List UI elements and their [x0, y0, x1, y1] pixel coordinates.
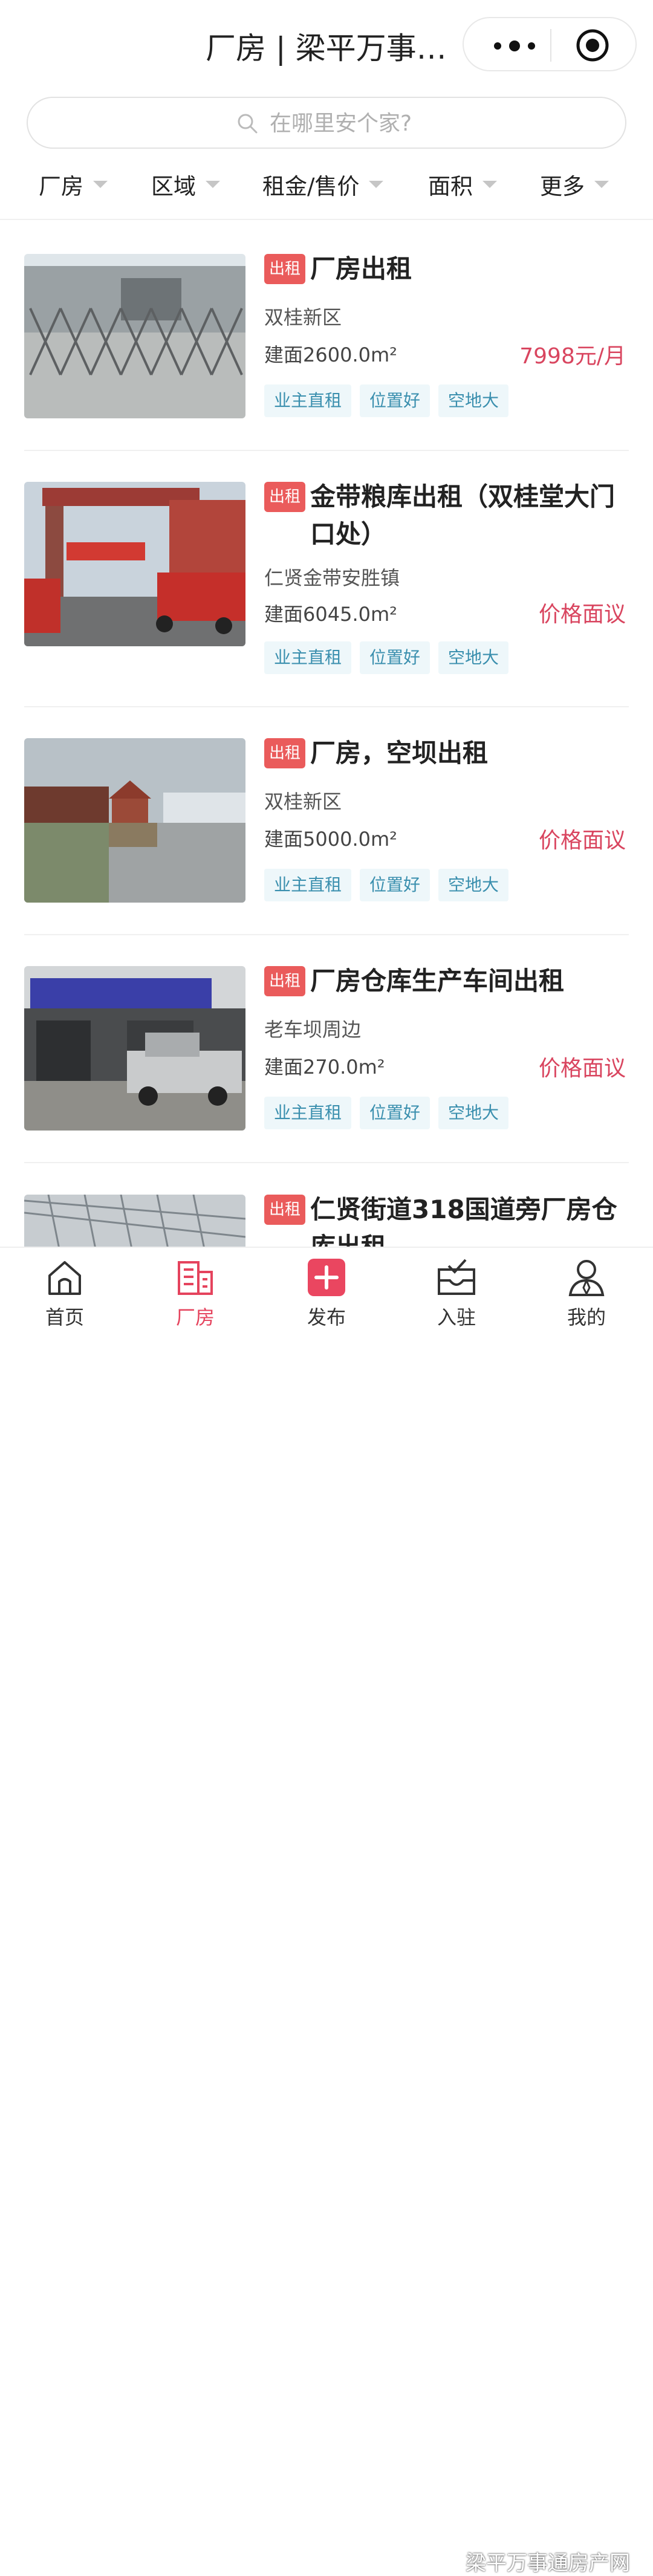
caret-down-icon [369, 181, 384, 188]
tag-list: 业主直租 位置好 空地大 [264, 869, 509, 901]
listing-photo [24, 1195, 245, 1247]
divider [24, 450, 629, 451]
tab-publish[interactable]: 发布 [275, 1248, 378, 1341]
listing-title: 厂房仓库生产车间出租 [310, 966, 565, 996]
filter-more[interactable]: 更多 [540, 163, 609, 206]
tag: 业主直租 [264, 869, 352, 901]
listing-location: 仁贤金带安胜镇 [264, 566, 400, 589]
tab-label: 首页 [45, 1306, 84, 1329]
user-icon [568, 1260, 605, 1296]
listing-card[interactable]: 出租 仁贤街道318国道旁厂房仓库出租 [0, 1195, 653, 1247]
mini-program-capsule [463, 17, 637, 71]
rent-badge: 出租 [264, 254, 305, 284]
filter-region[interactable]: 区域 [151, 163, 220, 206]
tab-join[interactable]: 入驻 [405, 1248, 508, 1341]
listing-location: 双桂新区 [264, 306, 342, 329]
watermark-text: 梁平万事通房产网 [466, 2551, 630, 2575]
filter-label: 区域 [151, 174, 196, 200]
building-icon [178, 1261, 213, 1295]
listing-title: 仁贤街道318国道旁厂房仓库出租 [310, 1195, 617, 1247]
tag: 业主直租 [264, 641, 352, 674]
listing-area: 建面5000.0m² [264, 828, 397, 851]
caret-down-icon [482, 181, 497, 188]
search-bar[interactable] [27, 97, 626, 149]
bottom-tab-bar: 首页 厂房 发布 入驻 我的 梁平万事通房产网 [0, 1247, 653, 2575]
home-icon [48, 1261, 81, 1295]
page-title: 厂房 | 梁平万事… [206, 31, 447, 66]
tag: 业主直租 [264, 384, 352, 417]
filter-price[interactable]: 租金/售价 [262, 163, 384, 206]
tab-label: 入驻 [437, 1306, 476, 1329]
plus-icon [308, 1259, 345, 1296]
tab-factory[interactable]: 厂房 [144, 1248, 247, 1341]
rent-badge: 出租 [264, 738, 305, 768]
listing-title: 厂房，空坝出租 [310, 738, 489, 768]
listing-area: 建面6045.0m² [264, 603, 397, 626]
listing-title: 厂房出租 [310, 254, 412, 284]
search-icon [238, 114, 258, 134]
filter-label: 租金/售价 [262, 174, 360, 200]
close-miniprogram-icon[interactable] [576, 28, 609, 62]
caret-down-icon [206, 181, 220, 188]
filter-label: 厂房 [39, 174, 83, 200]
caret-down-icon [594, 181, 609, 188]
filter-label: 面积 [428, 174, 473, 200]
tab-home[interactable]: 首页 [13, 1248, 116, 1341]
tag: 空地大 [438, 384, 509, 417]
divider [24, 934, 629, 935]
tag: 空地大 [438, 869, 509, 901]
tag-list: 业主直租 位置好 空地大 [264, 384, 509, 417]
tag: 位置好 [360, 641, 430, 674]
listing-photo [24, 966, 245, 1131]
listing-area: 建面2600.0m² [264, 343, 397, 366]
listing-title: 金带粮库出租（双桂堂大门口处） [310, 482, 616, 549]
caret-down-icon [93, 181, 108, 188]
tab-label: 厂房 [175, 1306, 215, 1329]
tag: 位置好 [360, 1097, 430, 1129]
top-bar: 厂房 | 梁平万事… [0, 0, 653, 91]
rent-badge: 出租 [264, 482, 305, 512]
rent-badge: 出租 [264, 966, 305, 996]
tag: 业主直租 [264, 1097, 352, 1129]
search-input[interactable] [268, 106, 525, 140]
tag: 空地大 [438, 1097, 509, 1129]
filter-area[interactable]: 面积 [428, 163, 497, 206]
listing-location: 老车坝周边 [264, 1018, 362, 1041]
tab-profile[interactable]: 我的 [535, 1248, 638, 1341]
tab-label: 我的 [567, 1306, 606, 1329]
filter-bar: 厂房 区域 租金/售价 面积 更多 [0, 163, 653, 206]
tag: 位置好 [360, 384, 430, 417]
tag-list: 业主直租 位置好 空地大 [264, 1097, 509, 1129]
divider [0, 219, 653, 220]
listing-price: 价格面议 [538, 1056, 626, 1081]
listing-price: 7998元/月 [519, 344, 626, 369]
tag: 位置好 [360, 869, 430, 901]
inbox-icon [438, 1259, 475, 1295]
divider [24, 1162, 629, 1163]
filter-type[interactable]: 厂房 [39, 163, 108, 206]
listing-photo [24, 738, 245, 903]
more-options-icon[interactable] [490, 34, 539, 58]
listing-area: 建面270.0m² [264, 1056, 385, 1079]
listing-price: 价格面议 [538, 828, 626, 853]
listing-location: 双桂新区 [264, 790, 342, 813]
tag-list: 业主直租 位置好 空地大 [264, 641, 509, 674]
filter-label: 更多 [540, 174, 585, 200]
rent-badge: 出租 [264, 1195, 305, 1225]
listing-photo [24, 482, 245, 646]
tag: 空地大 [438, 641, 509, 674]
listing-photo [24, 254, 245, 418]
tab-label: 发布 [307, 1306, 346, 1329]
listing-price: 价格面议 [538, 602, 626, 627]
capsule-divider [550, 29, 551, 62]
divider [24, 706, 629, 707]
